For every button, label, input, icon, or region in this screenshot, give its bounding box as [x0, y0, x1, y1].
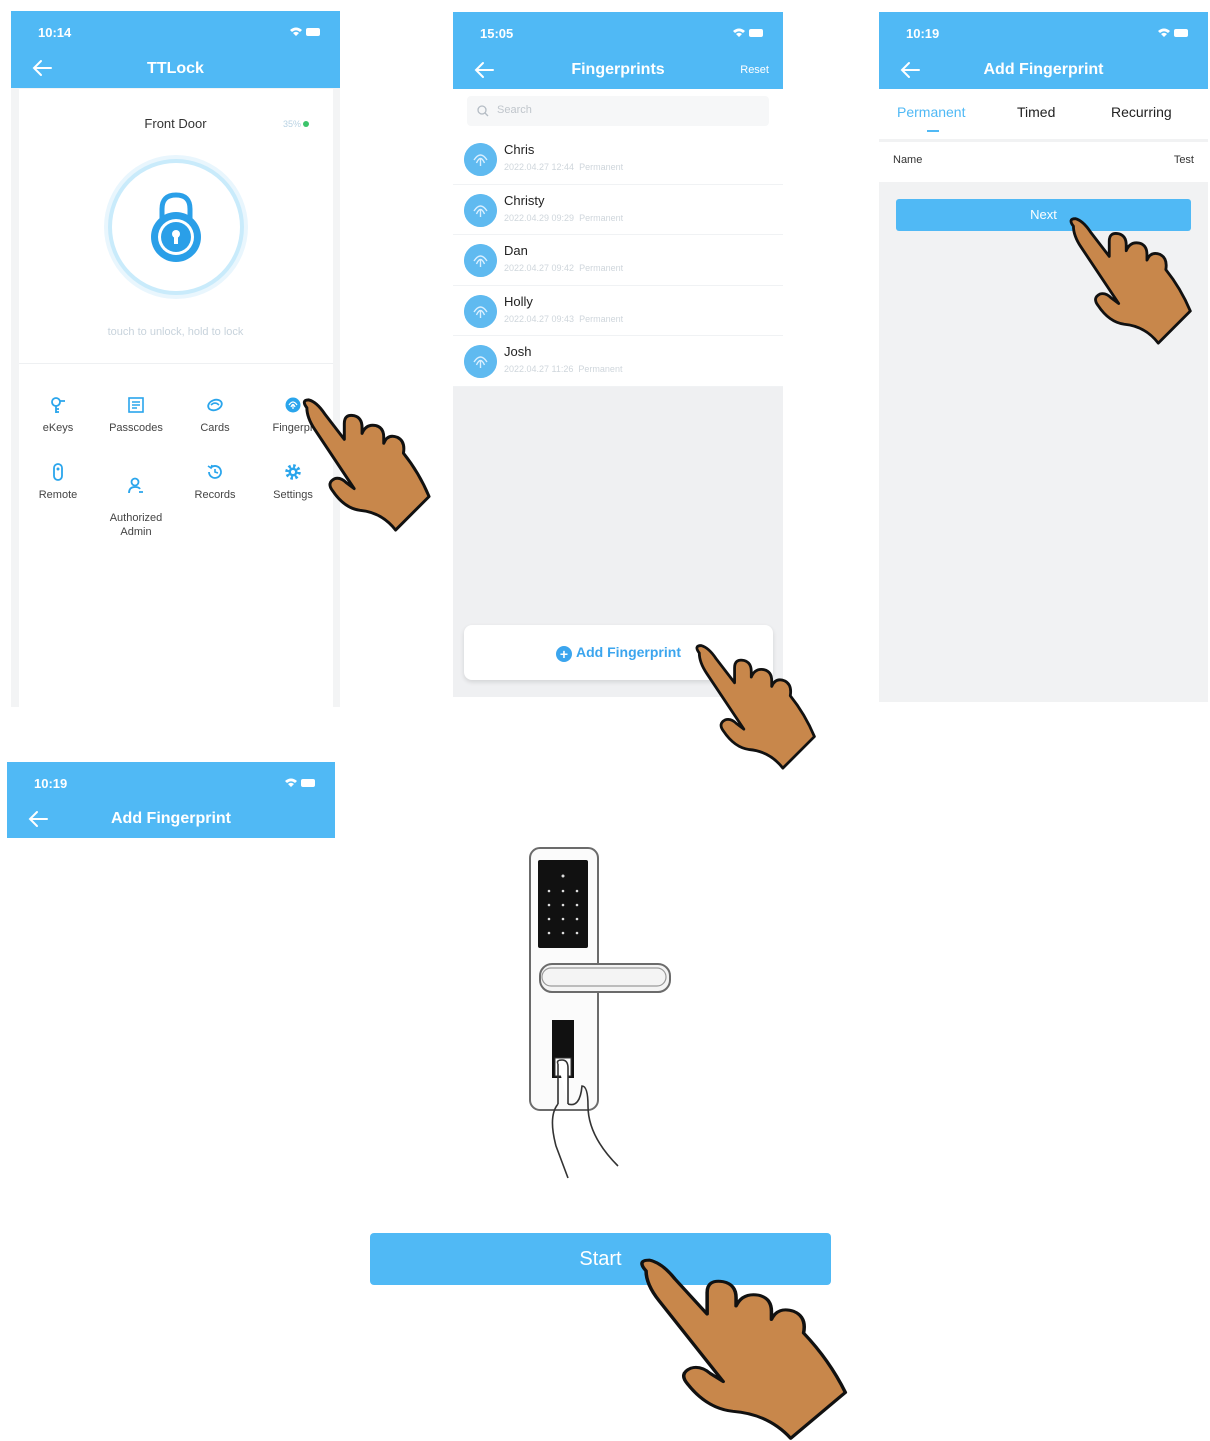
passcode-icon [128, 397, 144, 413]
lock-button[interactable] [102, 153, 250, 301]
wifi-battery-icon [290, 27, 320, 36]
page-title: Add Fingerprint [983, 61, 1104, 78]
fingerprint-meta: 2022.04.29 09:29 Permanent [504, 212, 624, 223]
page-title: TTLock [147, 60, 204, 77]
card-icon [207, 398, 223, 412]
battery-level: 35% [283, 119, 310, 129]
status-time: 15:05 [480, 26, 514, 41]
fingerprint-avatar-icon [464, 244, 497, 278]
wifi-battery-icon [285, 778, 315, 787]
records-icon [207, 464, 222, 479]
fingerprint-meta: 2022.04.27 09:42 Permanent [504, 263, 624, 274]
pointing-hand-icon [640, 1258, 848, 1440]
lock-hint: touch to unlock, hold to lock [107, 326, 244, 338]
fingerprint-avatar-icon [464, 193, 497, 227]
fingerprint-avatar-icon [464, 294, 497, 328]
status-time: 10:14 [38, 25, 72, 40]
wifi-battery-icon [733, 28, 763, 37]
status-time: 10:19 [34, 776, 68, 791]
name-field[interactable]: Name Test [879, 142, 1208, 182]
status-time: 10:19 [906, 26, 940, 41]
menu-authorized-admin[interactable]: Authorized Admin [96, 463, 176, 539]
plus-circle-icon: + [556, 646, 572, 662]
add-fingerprint-header: 10:19 Add Fingerprint [7, 762, 335, 838]
menu-remote[interactable]: Remote [18, 463, 98, 501]
pointing-hand-icon [1069, 217, 1192, 345]
fingerprint-name: Josh [504, 344, 532, 360]
remote-icon [53, 463, 63, 481]
list-item[interactable]: Dan 2022.04.27 09:42 Permanent [453, 235, 783, 286]
list-item[interactable]: Holly 2022.04.27 09:43 Permanent [453, 286, 783, 337]
fingerprint-name: Chris [504, 142, 535, 157]
fingerprint-name: Holly [504, 293, 533, 309]
menu-records[interactable]: Records [175, 463, 255, 501]
fingerprint-name: Dan [504, 243, 528, 259]
tab-bar: Permanent Timed Recurring [879, 89, 1208, 139]
app-bar: 10:19 Add Fingerprint [7, 762, 335, 838]
battery-dot-icon [303, 121, 310, 127]
pointing-hand-icon [302, 398, 431, 532]
tab-indicator [927, 130, 939, 132]
search-icon [477, 105, 489, 117]
search-placeholder: Search [497, 104, 532, 116]
list-item[interactable]: Josh 2022.04.27 11:26 Permanent [453, 336, 783, 387]
admin-icon [128, 477, 143, 494]
fingerprint-meta: 2022.04.27 12:44 Permanent [504, 162, 624, 172]
menu-passcodes[interactable]: Passcodes [96, 396, 176, 434]
add-fingerprint-screen: 10:19 Add Fingerprint Permanent Timed Re… [879, 12, 1208, 702]
list-item[interactable]: Chris 2022.04.27 12:44 Permanent [453, 134, 783, 185]
tab-timed[interactable]: Timed [1017, 104, 1055, 120]
fingerprint-meta: 2022.04.27 11:26 Permanent [504, 364, 623, 375]
tab-recurring[interactable]: Recurring [1111, 104, 1172, 120]
door-lock-illustration [529, 847, 671, 1179]
pointing-hand-icon [695, 644, 816, 770]
tab-permanent[interactable]: Permanent [897, 104, 965, 120]
key-icon [51, 397, 65, 413]
wifi-battery-icon [1158, 28, 1188, 37]
menu-ekeys[interactable]: eKeys [18, 396, 98, 434]
fingerprint-avatar-icon [464, 143, 497, 176]
fingerprint-meta: 2022.04.27 09:43 Permanent [504, 313, 624, 324]
name-value: Test [1173, 154, 1194, 166]
app-bar: 15:05 Fingerprints Reset [453, 12, 783, 89]
search-bar: Search [453, 89, 783, 134]
fingerprint-list: Chris 2022.04.27 12:44 Permanent Christy… [453, 134, 783, 387]
list-item[interactable]: Christy 2022.04.29 09:29 Permanent [453, 185, 783, 236]
fingerprint-name: Christy [504, 192, 545, 208]
reset-button[interactable]: Reset [740, 64, 769, 76]
app-bar: 10:14 TTLock [11, 11, 340, 88]
name-label: Name [893, 154, 923, 166]
page-title: Add Fingerprint [111, 810, 231, 827]
divider [19, 363, 333, 364]
fingerprint-avatar-icon [464, 345, 497, 379]
fingerprints-screen: 15:05 Fingerprints Reset Search Chris 20 [453, 12, 783, 697]
menu-cards[interactable]: Cards [175, 396, 255, 434]
search-input[interactable]: Search [467, 96, 769, 126]
app-bar: 10:19 Add Fingerprint [879, 12, 1208, 89]
lock-screen: 10:14 TTLock Front Door 35% touch to unl… [11, 11, 340, 707]
page-title: Fingerprints [571, 61, 665, 78]
